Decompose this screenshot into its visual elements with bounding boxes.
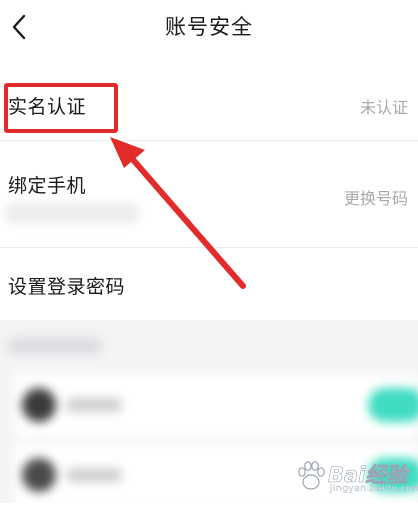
- paw-logo-icon: [298, 461, 325, 490]
- baidu-jingyan-watermark: Bai经验 jingyan.baidu.com: [286, 457, 418, 499]
- annotation-arrow: [110, 137, 246, 289]
- watermark-url: jingyan.baidu.com: [330, 484, 418, 494]
